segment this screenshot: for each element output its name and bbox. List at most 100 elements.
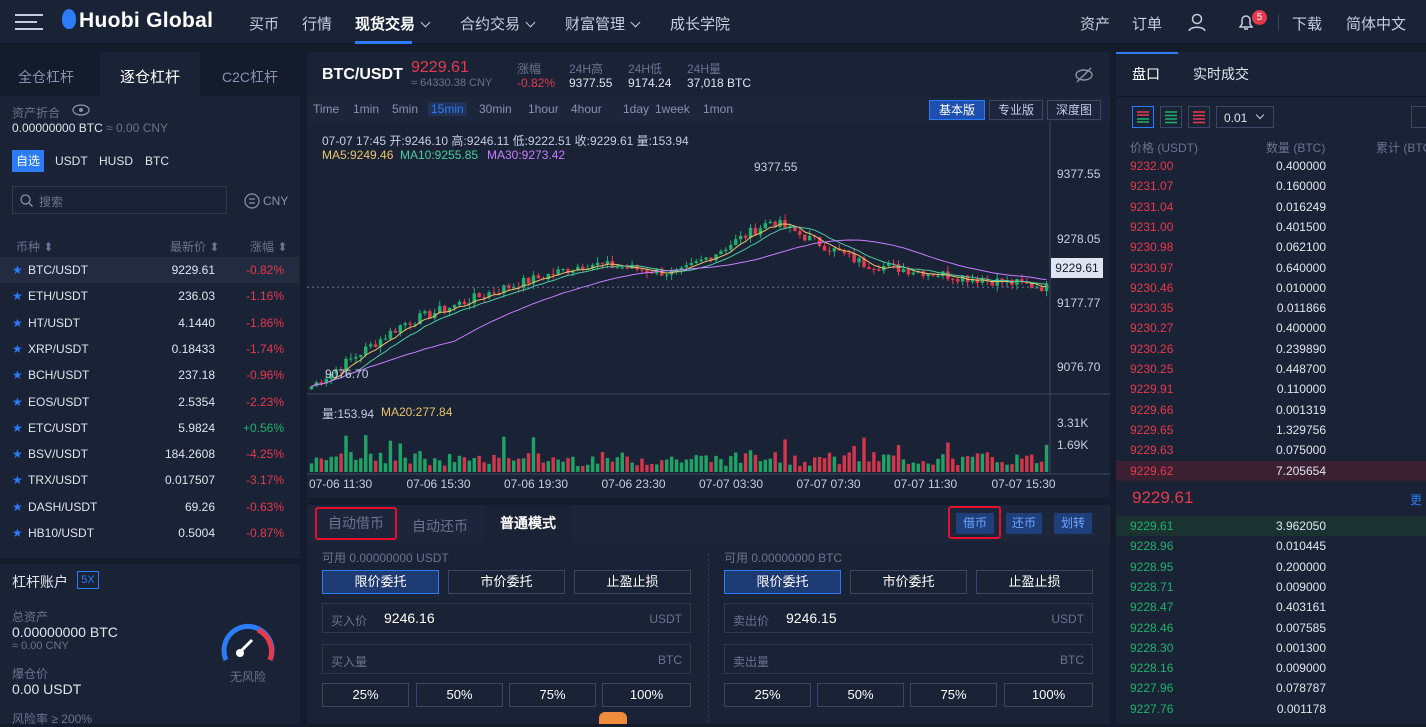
sell-limit-order-tab[interactable]: 限价委托 [724, 570, 841, 594]
ask-row[interactable]: 9231.00 0.401500 10.93578 [1116, 217, 1426, 237]
bid-row[interactable]: 9228.16 0.009000 4.60254 [1116, 658, 1426, 678]
market-row[interactable]: ★ BCH/USDT 237.18 -0.96% [0, 362, 299, 388]
col-symbol[interactable]: 币种 ⬍ [16, 238, 53, 255]
bid-row[interactable]: 9229.61 3.962050 3.96205 [1116, 516, 1426, 536]
buy-stop-order-tab[interactable]: 止盈止损 [574, 570, 691, 594]
nav-language[interactable]: 简体中文 [1346, 13, 1406, 34]
market-row[interactable]: ★ HB10/USDT 0.5004 -0.87% [0, 520, 299, 546]
star-icon[interactable]: ★ [12, 263, 23, 277]
ask-row[interactable]: 9232.00 0.400000 11.51203 [1116, 156, 1426, 176]
tab-cross-margin[interactable]: 全仓杠杆 [18, 67, 74, 87]
sell-stop-order-tab[interactable]: 止盈止损 [976, 570, 1093, 594]
nav-orders[interactable]: 订单 [1132, 13, 1162, 34]
sell-pct-100[interactable]: 100% [1004, 683, 1093, 707]
bid-row[interactable]: 9227.96 0.078787 4.68132 [1116, 678, 1426, 698]
repay-button[interactable]: 还币 [1006, 513, 1042, 534]
view-pro-button[interactable]: 专业版 [989, 100, 1043, 120]
quote-tab-favorites[interactable]: 自选 [12, 150, 44, 172]
market-row[interactable]: ★ TRX/USDT 0.017507 -3.17% [0, 467, 299, 493]
ask-row[interactable]: 9231.04 0.016249 10.95203 [1116, 197, 1426, 217]
quote-tab-husd[interactable]: HUSD [99, 154, 133, 168]
book-both-icon[interactable] [1132, 106, 1154, 128]
nav-academy[interactable]: 成长学院 [670, 13, 730, 34]
tab-c2c-margin[interactable]: C2C杠杆 [222, 67, 278, 87]
promo-badge-icon[interactable] [599, 712, 627, 724]
ask-row[interactable]: 9231.07 0.160000 11.11203 [1116, 176, 1426, 196]
user-icon[interactable] [1187, 12, 1207, 32]
market-row[interactable]: ★ ETH/USDT 236.03 -1.16% [0, 283, 299, 309]
star-icon[interactable]: ★ [12, 526, 23, 540]
star-icon[interactable]: ★ [12, 500, 23, 514]
quote-tab-usdt[interactable]: USDT [55, 154, 88, 168]
nav-assets[interactable]: 资产 [1080, 13, 1110, 34]
bid-row[interactable]: 9228.95 0.200000 4.17249 [1116, 557, 1426, 577]
interval-1week[interactable]: 1week [655, 102, 690, 116]
view-depth-button[interactable]: 深度图 [1047, 100, 1101, 120]
precision-select[interactable]: 0.01 [1216, 106, 1274, 128]
eye-icon[interactable] [72, 104, 90, 116]
market-row[interactable]: ★ ETC/USDT 5.9824 +0.56% [0, 415, 299, 441]
tab-isolated-margin[interactable]: 逐仓杠杆 [120, 66, 180, 87]
star-icon[interactable]: ★ [12, 395, 23, 409]
currency-toggle-icon[interactable] [244, 193, 260, 209]
buy-market-order-tab[interactable]: 市价委托 [448, 570, 565, 594]
interval-5min[interactable]: 5min [392, 102, 418, 116]
view-basic-button[interactable]: 基本版 [929, 100, 985, 120]
market-row[interactable]: ★ XRP/USDT 0.18433 -1.74% [0, 336, 299, 362]
book-bids-icon[interactable] [1160, 106, 1182, 128]
ask-row[interactable]: 9230.98 0.062100 10.53428 [1116, 237, 1426, 257]
buy-limit-order-tab[interactable]: 限价委托 [322, 570, 439, 594]
quote-tab-btc[interactable]: BTC [145, 154, 169, 168]
cny-toggle[interactable]: CNY [263, 194, 288, 208]
interval-1hour[interactable]: 1hour [528, 102, 559, 116]
interval-1mon[interactable]: 1mon [703, 102, 733, 116]
buy-amount-input[interactable]: 买入量 BTC [322, 644, 691, 674]
nav-futures[interactable]: 合约交易 [460, 13, 536, 34]
ask-row[interactable]: 9230.35 0.011866 9.82218 [1116, 298, 1426, 318]
ask-row[interactable]: 9229.65 1.329756 8.61041 [1116, 420, 1426, 440]
eye-off-icon[interactable] [1074, 65, 1094, 85]
sell-pct-50[interactable]: 50% [817, 683, 904, 707]
tab-orderbook[interactable]: 盘口 [1132, 64, 1160, 84]
star-icon[interactable]: ★ [12, 421, 23, 435]
settings-icon[interactable] [1411, 106, 1426, 128]
bid-row[interactable]: 9228.30 0.001300 4.59354 [1116, 638, 1426, 658]
more-link[interactable]: 更 [1410, 491, 1422, 508]
star-icon[interactable]: ★ [12, 447, 23, 461]
interval-1day[interactable]: 1day [623, 102, 649, 116]
nav-buy-crypto[interactable]: 买币 [249, 13, 279, 34]
ask-row[interactable]: 9229.62 7.205654 7.20565 [1116, 460, 1426, 481]
ask-row[interactable]: 9230.25 0.448700 9.17042 [1116, 359, 1426, 379]
ticker-pair[interactable]: BTC/USDT [322, 66, 403, 84]
interval-4hour[interactable]: 4hour [571, 102, 602, 116]
bid-row[interactable]: 9228.46 0.007585 4.59224 [1116, 618, 1426, 638]
market-row[interactable]: ★ BSV/USDT 184.2608 -4.25% [0, 441, 299, 467]
nav-spot[interactable]: 现货交易 [355, 13, 431, 34]
bid-row[interactable]: 9228.71 0.009000 4.18149 [1116, 577, 1426, 597]
bid-row[interactable]: 9228.96 0.010445 3.97249 [1116, 536, 1426, 556]
sell-market-order-tab[interactable]: 市价委托 [850, 570, 967, 594]
buy-pct-100[interactable]: 100% [602, 683, 691, 707]
kline-chart[interactable] [307, 122, 1110, 498]
ask-row[interactable]: 9229.66 0.001319 8.61172 [1116, 400, 1426, 420]
star-icon[interactable]: ★ [12, 342, 23, 356]
buy-price-input[interactable]: 买入价 9246.16 USDT [322, 603, 691, 633]
star-icon[interactable]: ★ [12, 473, 23, 487]
nav-markets[interactable]: 行情 [302, 13, 332, 34]
menu-icon[interactable] [15, 14, 43, 30]
bid-row[interactable]: 9227.76 0.001178 4.68250 [1116, 699, 1426, 719]
sell-amount-input[interactable]: 卖出量 BTC [724, 644, 1093, 674]
tab-trades[interactable]: 实时成交 [1193, 64, 1249, 84]
interval-time[interactable]: Time [313, 102, 339, 116]
interval-1min[interactable]: 1min [353, 102, 379, 116]
nav-download[interactable]: 下载 [1292, 13, 1322, 34]
sell-pct-25[interactable]: 25% [724, 683, 811, 707]
buy-pct-25[interactable]: 25% [322, 683, 409, 707]
interval-30min[interactable]: 30min [479, 102, 512, 116]
search-input[interactable]: 搜索 [12, 186, 227, 214]
transfer-button[interactable]: 划转 [1054, 513, 1092, 534]
market-row[interactable]: ★ HT/USDT 4.1440 -1.86% [0, 310, 299, 336]
ask-row[interactable]: 9229.63 0.075000 7.28065 [1116, 440, 1426, 460]
bid-row[interactable]: 9228.47 0.403161 4.58465 [1116, 597, 1426, 617]
sell-pct-75[interactable]: 75% [910, 683, 997, 707]
